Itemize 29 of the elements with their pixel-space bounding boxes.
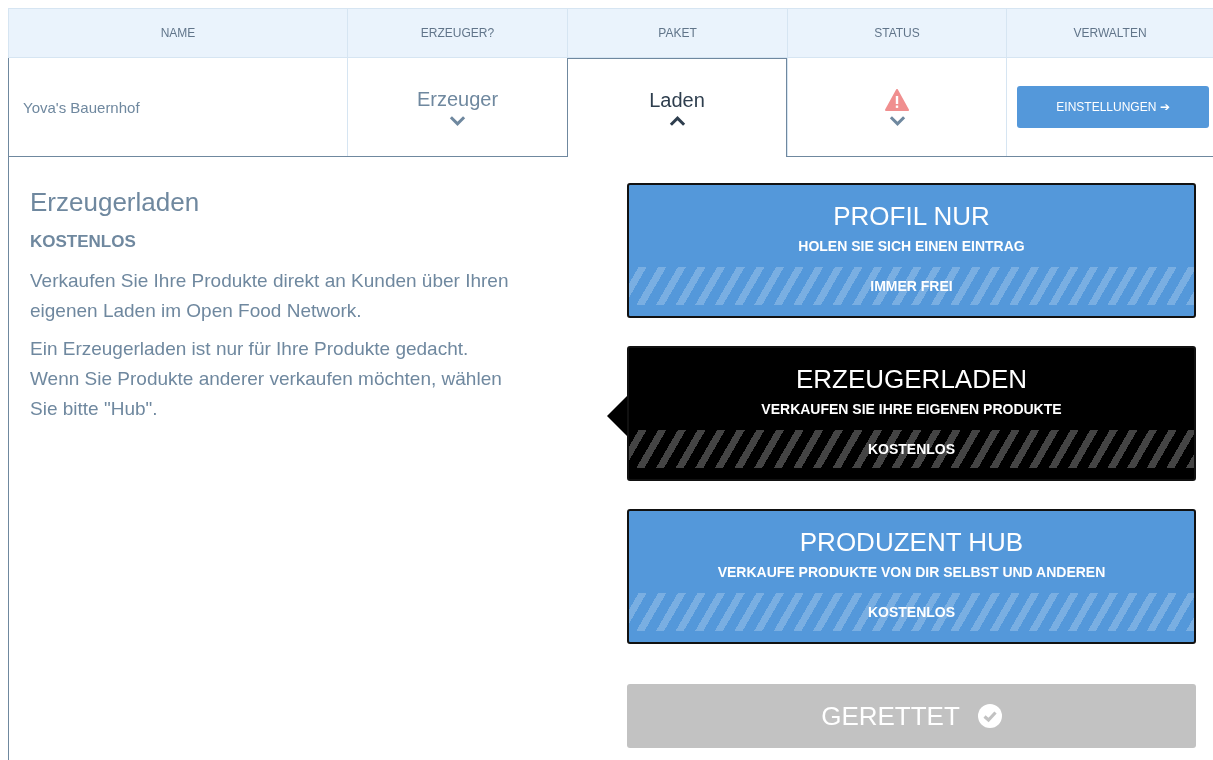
plan-card-title: ERZEUGERLADEN (795, 364, 1028, 395)
plan-card-price: KOSTENLOS (867, 604, 956, 620)
plan-card-subtitle: HOLEN SIE SICH EINEN EINTRAG (798, 238, 1025, 254)
settings-button[interactable]: EINSTELLUNGEN ➔ (1017, 86, 1209, 128)
plan-description: Verkaufen Sie Ihre Produkte direkt an Kunden über Ihren eigenen Laden im Open Food Network. (30, 269, 510, 323)
enterprise-name: Yova's Bauernhof (23, 98, 140, 116)
column-header: ERZEUGER? (420, 26, 495, 40)
package-label[interactable]: Laden (649, 89, 705, 112)
plan-card[interactable]: PROFIL NUR HOLEN SIE SICH EINEN EINTRAG IMMER FREI (627, 183, 1196, 318)
plan-card-subtitle: VERKAUFEN SIE IHRE EIGENEN PRODUKTE (761, 401, 1062, 417)
plan-card-title: PROFIL NUR (833, 201, 990, 232)
plan-price: KOSTENLOS (30, 232, 137, 252)
column-header: PAKET (658, 26, 697, 40)
producer-label[interactable]: Erzeuger (416, 88, 499, 111)
plan-card-price: IMMER FREI (870, 278, 953, 294)
plan-card-price: KOSTENLOS (867, 441, 956, 457)
check-circle-icon (977, 704, 1002, 728)
column-header: STATUS (874, 26, 920, 40)
plan-card-title: PRODUZENT HUB (799, 527, 1024, 558)
column-header: VERWALTEN (1073, 26, 1147, 40)
chevron-down-icon[interactable] (449, 115, 466, 126)
plan-title: Erzeugerladen (30, 187, 201, 218)
plan-card-subtitle: VERKAUFE PRODUKTE VON DIR SELBST UND ANDEREN (717, 564, 1106, 580)
chevron-up-icon[interactable] (668, 116, 686, 127)
chevron-down-icon[interactable] (888, 114, 906, 126)
plan-card[interactable]: ERZEUGERLADEN VERKAUFEN SIE IHRE EIGENEN PRODUKTE KOSTENLOS (627, 346, 1196, 481)
column-header: NAME (160, 26, 196, 40)
plan-card[interactable]: PRODUZENT HUB VERKAUFE PRODUKTE VON DIR SELBST UND ANDEREN KOSTENLOS (627, 509, 1196, 644)
plan-description: Ein Erzeugerladen ist nur für Ihre Produkte gedacht. Wenn Sie Produkte anderer verkaufen möchten, wählen Sie bitte "Hub". (30, 337, 503, 421)
